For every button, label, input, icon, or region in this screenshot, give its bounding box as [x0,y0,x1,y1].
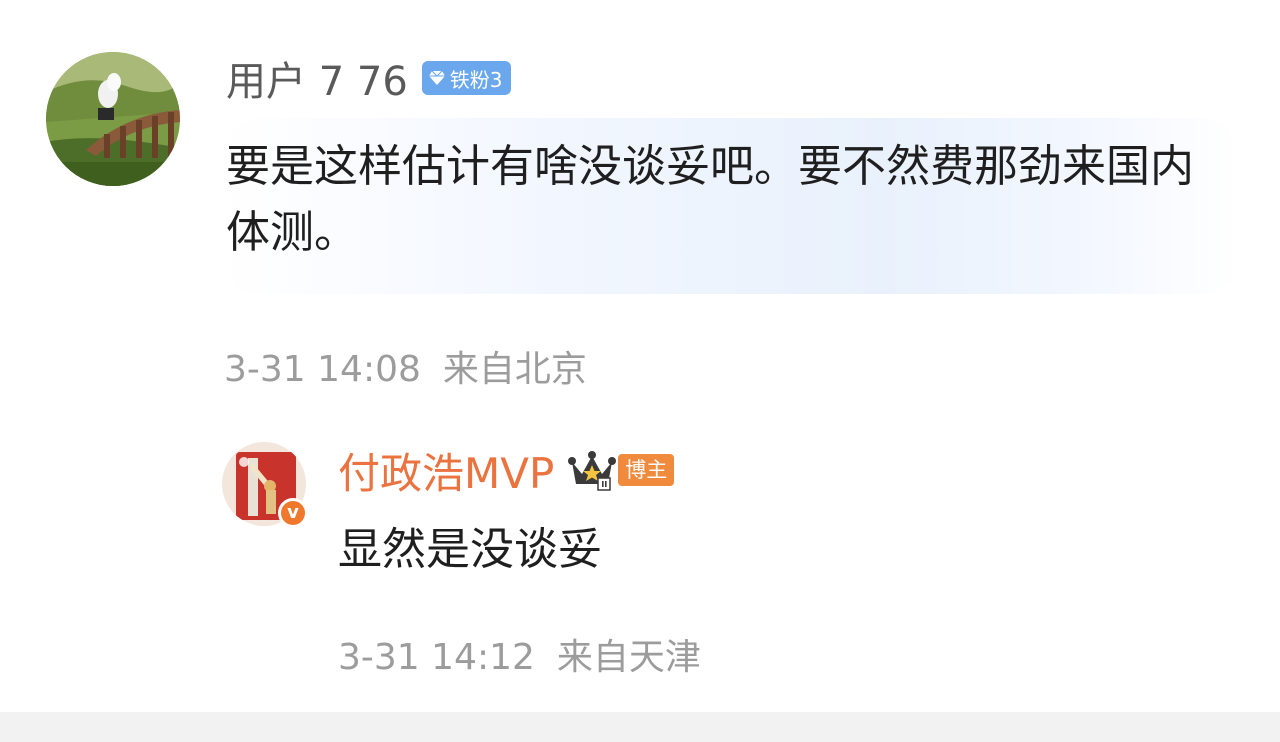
reply-text: 显然是没谈妥 [338,524,602,575]
user-avatar[interactable] [46,52,180,186]
comment-text: 要是这样估计有啥没谈妥吧。要不然费那劲来国内体测。 [226,141,1194,258]
train-viaduct-avatar-image [46,52,180,186]
reply-username[interactable]: 付政浩MVP [338,440,554,501]
fan-level-badge: 铁粉3 [421,61,511,95]
comment-date: 3-31 14:08 [224,349,421,390]
reply-date: 3-31 14:12 [338,637,535,678]
comment-location: 来自北京 [442,349,587,390]
v-verified-icon: v [278,498,308,528]
blogger-role-badge: 博主 [618,454,675,486]
reply-meta: 3-31 14:12 来自天津 [338,628,701,680]
crown-level-icon [568,451,617,491]
reply-location: 来自天津 [556,637,701,678]
fan-badge-label: 铁粉3 [449,67,503,92]
comment-header: 用户 7 76 铁粉3 [226,49,511,107]
reply-avatar[interactable]: v [222,442,308,528]
diamond-icon [428,70,445,85]
reply-header: 付政浩MVP 博主 [338,440,675,501]
bottom-divider [0,712,1280,742]
comment-meta: 3-31 14:08 来自北京 [224,340,587,392]
comment-username[interactable]: 用户 7 76 [226,49,408,107]
comment-card: 用户 7 76 铁粉3 要是这样估计有啥没谈妥吧。要不然费那劲来国内体测。 3-… [0,0,1280,712]
